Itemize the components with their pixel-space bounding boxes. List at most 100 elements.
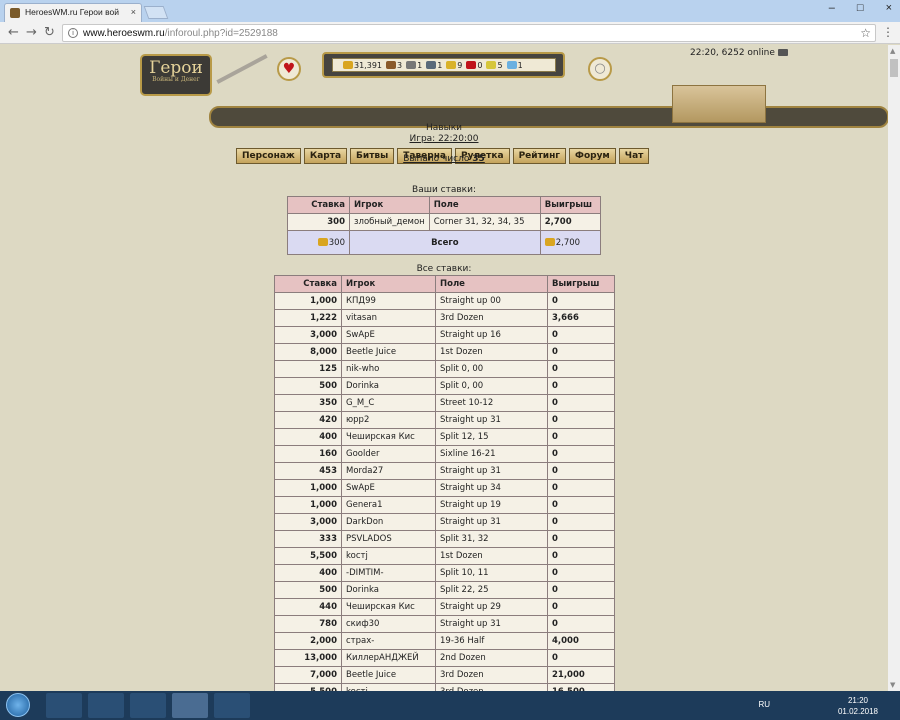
win-cell: 0 bbox=[547, 513, 615, 531]
back-arrow-icon[interactable]: ← bbox=[8, 25, 19, 40]
browser-menu-icon[interactable]: ⋮ bbox=[882, 25, 894, 39]
table-row: 420 юрр2 Straight up 31 0 bbox=[274, 411, 615, 429]
col-win: Выигрыш bbox=[547, 275, 615, 293]
tab-close-icon[interactable]: × bbox=[131, 7, 136, 17]
game-logo[interactable]: Герои Войны и Денег bbox=[140, 54, 212, 96]
clock-date: 01.02.2018 bbox=[837, 707, 878, 716]
win-cell: 4,000 bbox=[547, 632, 615, 650]
resource-item: 3 bbox=[386, 60, 402, 70]
table-row: 5,500kocтj3rd Dozen16,500 bbox=[274, 683, 615, 691]
win-cell: 3,666 bbox=[547, 309, 615, 327]
field-cell: Split 31, 32 bbox=[435, 530, 548, 548]
resource-item: 0 bbox=[466, 60, 483, 70]
bet-cell: 13,000 bbox=[274, 649, 342, 667]
url-path: /inforoul.php?id=2529188 bbox=[164, 28, 278, 39]
sulfur-icon bbox=[446, 60, 457, 69]
player-cell: Beetle Juice bbox=[341, 343, 436, 361]
field-cell: Straight up 16 bbox=[435, 326, 548, 344]
start-button[interactable] bbox=[6, 693, 30, 717]
field-cell: Split 0, 00 bbox=[435, 360, 548, 378]
win-cell: 0 bbox=[547, 326, 615, 344]
game-time-link[interactable]: Игра: 22:20:00 bbox=[409, 134, 478, 144]
gems-icon bbox=[486, 60, 497, 69]
minimize-button[interactable]: – bbox=[829, 2, 835, 14]
bet-cell: 3,000 bbox=[274, 326, 342, 344]
table-row: 350 G_M_C Street 10-12 0 bbox=[274, 394, 615, 412]
file-explorer-icon[interactable] bbox=[88, 693, 124, 718]
scroll-up-icon[interactable]: ▲ bbox=[890, 47, 895, 55]
table-header-row: Ставка Игрок Поле Выигрыш bbox=[287, 196, 602, 214]
tab-title: HeroesWM.ru Герои вой bbox=[25, 7, 120, 17]
maximize-button[interactable]: □ bbox=[857, 2, 864, 14]
field-cell: 1st Dozen bbox=[435, 547, 548, 565]
wood-icon bbox=[386, 60, 396, 69]
all-bets-title: Все ставки: bbox=[416, 264, 472, 274]
my-bets-table: Ставка Игрок Поле Выигрыш 300 злобный_де… bbox=[287, 196, 602, 255]
win-cell: 0 bbox=[547, 394, 615, 412]
bookmark-star-icon[interactable]: ☆ bbox=[860, 26, 871, 40]
bet-cell: 5,500 bbox=[274, 683, 342, 691]
col-player: Игрок bbox=[341, 275, 436, 293]
field-cell: Straight up 31 bbox=[435, 462, 548, 480]
scroll-down-icon[interactable]: ▼ bbox=[890, 681, 895, 689]
player-cell: SwApE bbox=[341, 326, 436, 344]
table-row: 1,000 SwApE Straight up 34 0 bbox=[274, 479, 615, 497]
resource-item: 1 bbox=[506, 60, 523, 70]
bet-cell: 1,000 bbox=[274, 496, 342, 514]
clock[interactable]: 21:20 01.02.2018 bbox=[838, 695, 878, 717]
bet-cell: 400 bbox=[274, 564, 342, 582]
bet-cell: 7,000 bbox=[274, 666, 342, 684]
media-player-icon[interactable] bbox=[130, 693, 166, 718]
bet-cell: 125 bbox=[274, 360, 342, 378]
resource-item: 5 bbox=[486, 60, 503, 70]
scrollbar-thumb[interactable] bbox=[890, 59, 898, 77]
bet-cell: 400 bbox=[274, 428, 342, 446]
field-cell: Corner 31, 32, 34, 35 bbox=[428, 213, 541, 231]
total-row: 300 Всего 2,700 bbox=[287, 230, 602, 255]
address-bar[interactable]: i www.heroeswm.ru/inforoul.php?id=252918… bbox=[62, 24, 876, 42]
table-row: 13,000 КиллерАНДЖЕЙ 2nd Dozen 0 bbox=[274, 649, 615, 667]
col-bet: Ставка bbox=[274, 275, 342, 293]
win-cell: 0 bbox=[547, 479, 615, 497]
resource-value: 1 bbox=[417, 60, 423, 70]
browser-tab[interactable]: HeroesWM.ru Герои вой × bbox=[4, 3, 142, 22]
field-cell: Sixline 16-21 bbox=[435, 445, 548, 463]
heart-icon[interactable]: ♥ bbox=[277, 57, 301, 81]
table-row: 160 Goolder Sixline 16-21 0 bbox=[274, 445, 615, 463]
forward-arrow-icon[interactable]: → bbox=[26, 25, 37, 40]
internet-explorer-icon[interactable] bbox=[46, 693, 82, 718]
col-bet: Ставка bbox=[287, 196, 350, 214]
player-cell: -DIMTIM- bbox=[341, 564, 436, 582]
ring-icon[interactable]: ○ bbox=[588, 57, 612, 81]
col-win: Выигрыш bbox=[539, 196, 602, 214]
bet-cell: 160 bbox=[274, 445, 342, 463]
site-info-icon[interactable]: i bbox=[68, 28, 78, 38]
field-cell: 1st Dozen bbox=[435, 343, 548, 361]
close-window-button[interactable]: × bbox=[886, 2, 892, 14]
player-cell: Чеширская Кис bbox=[341, 598, 436, 616]
win-cell: 0 bbox=[547, 292, 615, 310]
table-row: 1,000 Genera1 Straight up 19 0 bbox=[274, 496, 615, 514]
page-scrollbar[interactable]: ▲ ▼ bbox=[888, 45, 900, 691]
field-cell: Straight up 19 bbox=[435, 496, 548, 514]
win-cell: 16,500 bbox=[547, 683, 615, 691]
bet-cell: 3,000 bbox=[274, 513, 342, 531]
resource-item: 1 bbox=[406, 60, 423, 70]
resources-list: 31,391 3 1 1 9 0 5 1 bbox=[332, 58, 556, 72]
bet-cell: 1,000 bbox=[274, 479, 342, 497]
win-cell: 0 bbox=[547, 377, 615, 395]
table-row: 440 Чеширская Кис Straight up 29 0 bbox=[274, 598, 615, 616]
resource-value: 0 bbox=[477, 60, 483, 70]
reload-icon[interactable]: ↻ bbox=[44, 25, 55, 40]
table-row: 300 злобный_демон Corner 31, 32, 34, 35 … bbox=[287, 213, 602, 231]
bet-cell: 350 bbox=[274, 394, 342, 412]
new-tab-button[interactable] bbox=[143, 6, 169, 19]
player-cell: Genera1 bbox=[341, 496, 436, 514]
language-indicator[interactable]: RU bbox=[758, 700, 770, 709]
total-label: Всего bbox=[349, 230, 541, 255]
result-link[interactable]: Выпало число 35 bbox=[403, 154, 485, 164]
chrome-icon[interactable] bbox=[172, 693, 208, 718]
viber-icon[interactable] bbox=[214, 693, 250, 718]
crystal-icon bbox=[466, 60, 477, 69]
bet-cell: 780 bbox=[274, 615, 342, 633]
